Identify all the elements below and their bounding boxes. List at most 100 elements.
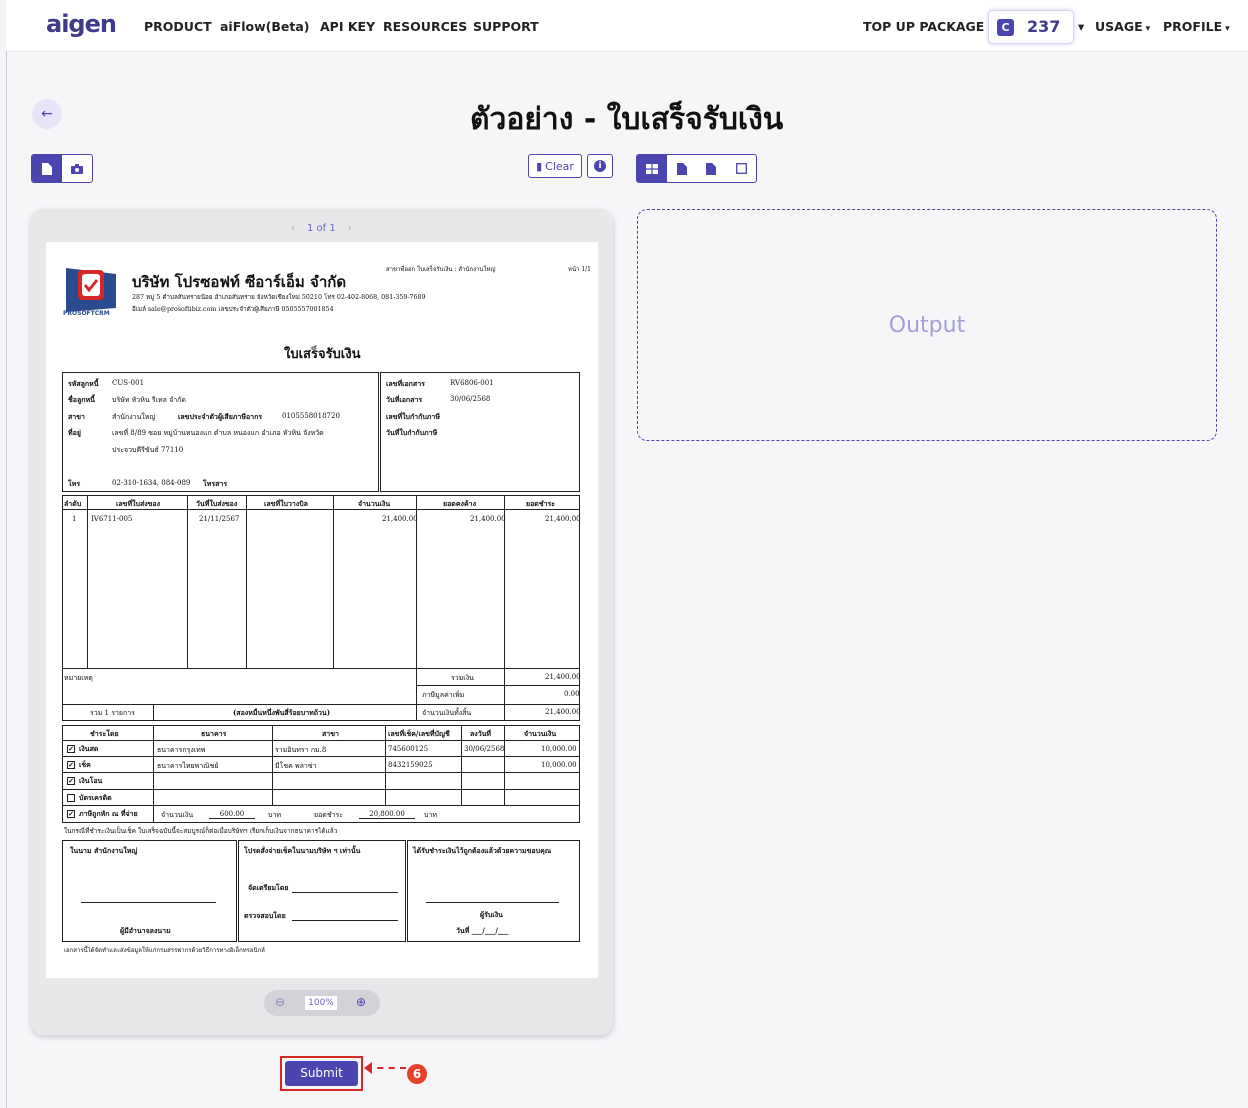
nav-aiflow[interactable]: aiFlow(Beta) (220, 19, 310, 34)
page-pager: ‹ 1 of 1 › (279, 223, 364, 234)
csv-file-icon (706, 162, 717, 175)
pay-branch: รามอินทรา กม.8 (275, 746, 327, 754)
checkbox-icon: ✓ (67, 776, 75, 785)
arrow-head-icon (364, 1062, 372, 1074)
page-number: หน้า 1/1 (568, 266, 591, 273)
zoom-out-icon[interactable]: ⊖ (275, 995, 285, 1009)
pay-bank: ธนาคารกรุงเทพ (157, 746, 206, 754)
col-delivery-no: เลขที่ใบส่งของ (116, 499, 161, 508)
pay-no: 8432159025 (388, 761, 433, 769)
nav-usage[interactable]: USAGE ▾ (1095, 19, 1150, 34)
credit-dropdown-caret[interactable]: ▾ (1078, 19, 1084, 34)
zoom-control: ⊖ 100% ⊕ (264, 990, 380, 1016)
paid-value: 20,800.00 (359, 810, 415, 819)
clear-button[interactable]: ▮ Clear (528, 154, 582, 178)
raw-format-button[interactable] (726, 155, 756, 182)
clear-label: Clear (545, 159, 574, 173)
docdate-label: วันที่เอกสาร (386, 395, 423, 404)
annotation-arrow (366, 1067, 406, 1069)
document-viewer: ‹ 1 of 1 › สาขาที่ออก ใบเสร็จรับเงิน : สำน… (31, 209, 613, 1035)
camera-icon (71, 163, 83, 174)
branch-issue: สาขาที่ออก ใบเสร็จรับเงิน : สำนักงานใหญ่ (386, 266, 496, 273)
paid-label: ยอดชำระ (314, 811, 344, 819)
pay-row-cash: ✓ เงินสด (67, 744, 98, 755)
remark-label: หมายเหตุ (64, 674, 93, 682)
nav-profile[interactable]: PROFILE ▾ (1163, 19, 1230, 34)
table-format-button[interactable] (637, 155, 667, 182)
checkbox-icon: ✓ (67, 744, 75, 753)
pay-bank: ธนาคารไทยพาณิชย์ (157, 762, 219, 770)
customer-tel: 02-310-1634, 084-089 (112, 479, 191, 487)
col-seq: ลำดับ (64, 499, 82, 508)
pay-col-branch: สาขา (322, 729, 339, 738)
info-icon: i (594, 160, 606, 172)
row-amount: 21,400.00 (382, 515, 418, 523)
vat-label: ภาษีมูลค่าเพิ่ม (422, 691, 465, 699)
taxdate-label: วันที่ใบกำกับภาษี (386, 428, 438, 437)
output-placeholder: Output (888, 312, 966, 338)
prev-page-icon[interactable]: ‹ (291, 223, 295, 234)
customer-branch-label: สาขา (68, 412, 85, 421)
file-icon (42, 162, 52, 175)
pay-row-transfer: ✓ เงินโอน (67, 776, 102, 787)
wht-label: ภาษีถูกหัก ณ ที่จ่าย (79, 809, 138, 818)
nav-resources[interactable]: RESOURCES (383, 19, 467, 34)
credit-icon: C (997, 19, 1014, 36)
pay-method-label: เช็ค (79, 760, 91, 769)
nav-profile-label: PROFILE (1163, 19, 1223, 34)
pay-amount: 10,000.00 (541, 745, 577, 753)
col-outstanding: ยอดคงค้าง (443, 499, 476, 508)
zoom-in-icon[interactable]: ⊕ (356, 995, 366, 1009)
checkbox-icon (67, 794, 75, 802)
nav-api-key[interactable]: API KEY (320, 19, 375, 34)
csv-format-button[interactable] (697, 155, 727, 182)
credit-badge[interactable]: C 237 (988, 10, 1074, 44)
total-value: 21,400.00 (545, 708, 581, 716)
sig1-title: ในนาม สำนักงานใหญ่ (70, 846, 138, 855)
nav-usage-label: USAGE (1095, 19, 1143, 34)
items-table (62, 495, 580, 721)
page-indicator: 1 of 1 (307, 223, 336, 234)
amount-in-words: (สองหมื่นหนึ่งพันสี่ร้อยบาทถ้วน) (233, 708, 331, 717)
customer-taxid-label: เลขประจำตัวผู้เสียภาษีอากร (178, 412, 263, 421)
submit-button[interactable]: Submit (285, 1061, 358, 1086)
nav-product[interactable]: PRODUCT (144, 19, 212, 34)
pay-date: 30/06/2568 (464, 745, 505, 753)
nav-top-up[interactable]: TOP UP PACKAGE (863, 19, 984, 34)
file-mode-button[interactable] (32, 155, 62, 182)
customer-fax-label: โทรสาร (203, 479, 228, 488)
sum-value: 21,400.00 (545, 673, 581, 681)
row-delivery-no: IV6711-005 (91, 515, 133, 523)
step-badge: 6 (407, 1064, 427, 1084)
customer-tel-label: โทร (68, 479, 81, 488)
nav-support[interactable]: SUPPORT (473, 19, 539, 34)
info-button[interactable]: i (587, 154, 613, 178)
next-page-icon[interactable]: › (348, 223, 352, 234)
sig2-title: โปรดสั่งจ่ายเช็คในนามบริษัท ฯ เท่านั้น (244, 846, 361, 855)
pay-col-amount: จำนวนเงิน (524, 729, 557, 738)
pay-col-method: ชำระโดย (90, 729, 119, 738)
pay-col-bank: ธนาคาร (201, 729, 227, 738)
wht-amount: 600.00 (209, 810, 255, 819)
camera-mode-button[interactable] (62, 155, 92, 182)
wht-amount-label: จำนวนเงิน (161, 811, 194, 819)
pay-method-label: เงินโอน (79, 776, 103, 785)
vat-value: 0.00 (564, 690, 580, 698)
document-title: ใบเสร็จรับเงิน (284, 347, 361, 362)
arrow-left-icon: ← (41, 106, 53, 122)
customer-branch: สำนักงานใหญ่ (112, 413, 156, 421)
pay-amount: 10,000.00 (541, 761, 577, 769)
row-outstanding: 21,400.00 (470, 515, 506, 523)
sig3-date: วันที่ ___/___/___ (456, 926, 509, 935)
row-delivery-date: 21/11/2567 (199, 515, 240, 523)
json-file-icon (676, 162, 687, 175)
chevron-down-icon: ▾ (1145, 24, 1151, 34)
json-format-button[interactable] (667, 155, 697, 182)
logo[interactable]: aigen (46, 10, 117, 38)
footer-note: เอกสารนี้ได้จัดทำและส่งข้อมูลให้แก่กรมสร… (64, 947, 265, 954)
sig2-prepared: จัดเตรียมโดย (248, 883, 289, 892)
customer-code: CUS-001 (112, 379, 145, 387)
taxinv-label: เลขที่ใบกำกับภาษี (386, 412, 440, 421)
back-button[interactable]: ← (32, 99, 62, 129)
sig3-title: ได้รับชำระเงินไว้ถูกต้องแล้วด้วยความขอบค… (413, 846, 552, 855)
